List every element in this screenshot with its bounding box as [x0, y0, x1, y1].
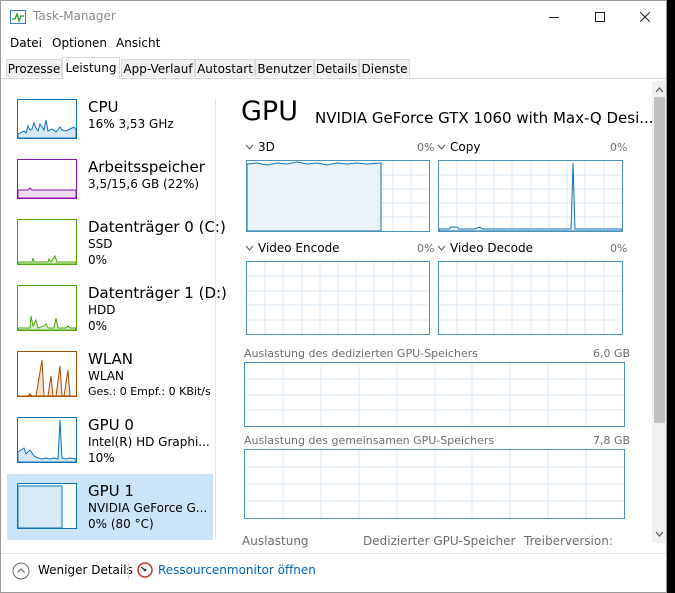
- chevron-down-icon: [245, 144, 254, 150]
- cpu-thumbnail-graph: [17, 99, 77, 139]
- fewer-details-button[interactable]: Weniger Details: [38, 563, 133, 577]
- sidebar-item-gpu-0[interactable]: GPU 0 Intel(R) HD Graphi... 10%: [7, 411, 213, 477]
- sidebar-item-title: Arbeitsspeicher: [88, 158, 205, 176]
- sidebar-item-gpu-1[interactable]: GPU 1 NVIDIA GeForce G... 0% (80 °C): [7, 474, 213, 540]
- engine-3d-graph: [246, 160, 430, 232]
- tab-benutzer[interactable]: Benutzer: [255, 59, 314, 77]
- gpu-model-name: NVIDIA GeForce GTX 1060 with Max-Q Desi.…: [315, 109, 654, 127]
- sidebar-item-detail: WLAN: [88, 369, 125, 383]
- menu-optionen[interactable]: Optionen: [52, 36, 107, 50]
- close-icon: [640, 12, 650, 22]
- tab-leistung[interactable]: Leistung: [62, 57, 120, 79]
- sidebar-item-detail: Intel(R) HD Graphi...: [88, 435, 210, 449]
- maximize-button[interactable]: [577, 1, 623, 33]
- footer-bar: Weniger Details Ressourcenmonitor öffnen: [1, 553, 666, 592]
- tab-prozesse[interactable]: Prozesse: [6, 59, 62, 77]
- sidebar-item-wlan[interactable]: WLAN WLAN Ges.: 0 Empf.: 0 KBit/s: [7, 345, 213, 411]
- detail-heading: GPU: [241, 96, 298, 127]
- engine-3d-label: 3D: [258, 140, 275, 154]
- tab-details[interactable]: Details: [314, 59, 359, 77]
- minimize-button[interactable]: [531, 1, 577, 33]
- wlan-thumbnail-graph: [17, 351, 77, 397]
- engine-video-encode-percent: 0%: [417, 242, 435, 255]
- memory-thumbnail-graph: [17, 159, 77, 199]
- stat-utilization-label: Auslastung: [242, 534, 309, 548]
- sidebar-item-title: Datenträger 0 (C:): [88, 218, 226, 236]
- disk-1-thumbnail-graph: [17, 285, 77, 331]
- disk-0-thumbnail-graph: [17, 219, 77, 265]
- menu-datei[interactable]: Datei: [10, 36, 42, 50]
- engine-video-decode-selector[interactable]: Video Decode: [437, 241, 533, 255]
- scroll-down-icon[interactable]: [652, 527, 667, 541]
- sidebar-item-detail: HDD: [88, 303, 116, 317]
- sidebar-item-value: Ges.: 0 Empf.: 0 KBit/s: [88, 385, 211, 398]
- scroll-up-icon[interactable]: [652, 83, 667, 97]
- engine-video-encode-label: Video Encode: [258, 241, 340, 255]
- sidebar-item-detail: NVIDIA GeForce G...: [88, 501, 208, 515]
- resource-monitor-icon: [137, 562, 153, 578]
- dedicated-memory-label: Auslastung des dedizierten GPU-Speichers: [244, 347, 478, 360]
- dedicated-memory-capacity: 6,0 GB: [593, 347, 631, 360]
- sidebar-item-disk-0[interactable]: Datenträger 0 (C:) SSD 0%: [7, 213, 226, 279]
- engine-3d-selector[interactable]: 3D: [245, 140, 275, 154]
- footer-divider: [128, 563, 129, 579]
- engine-video-encode-graph: [246, 261, 430, 335]
- engine-video-decode-graph: [438, 261, 623, 335]
- engine-copy-percent: 0%: [610, 141, 628, 154]
- tab-autostart[interactable]: Autostart: [195, 59, 255, 77]
- sidebar-item-value: 0%: [88, 319, 108, 333]
- tab-bar: Prozesse Leistung App-Verlauf Autostart …: [1, 57, 666, 79]
- panel-divider: [215, 99, 216, 539]
- gpu-1-thumbnail-graph: [17, 483, 77, 529]
- engine-video-decode-label: Video Decode: [450, 241, 533, 255]
- sidebar-item-detail: SSD: [88, 237, 113, 251]
- stat-driver-version-label: Treiberversion:: [524, 534, 613, 548]
- shared-memory-label: Auslastung des gemeinsamen GPU-Speichers: [244, 434, 495, 447]
- menu-bar: Datei Optionen Ansicht: [1, 33, 666, 53]
- task-manager-window: Task-Manager Datei Optionen Ansicht Proz…: [0, 0, 667, 593]
- sidebar-item-value: 0%: [88, 253, 108, 267]
- sidebar-item-title: Datenträger 1 (D:): [88, 284, 227, 302]
- menu-ansicht[interactable]: Ansicht: [116, 36, 160, 50]
- tab-dienste[interactable]: Dienste: [359, 59, 410, 77]
- sidebar-item-detail: 3,5/15,6 GB (22%): [88, 177, 200, 191]
- sidebar-item-title: CPU: [88, 98, 119, 116]
- shared-memory-capacity: 7,8 GB: [593, 434, 631, 447]
- title-bar[interactable]: Task-Manager: [1, 1, 666, 33]
- sidebar-item-value: 10%: [88, 451, 115, 465]
- sidebar-item-disk-1[interactable]: Datenträger 1 (D:) HDD 0%: [7, 279, 227, 345]
- dedicated-memory-graph: [244, 362, 625, 427]
- engine-copy-selector[interactable]: Copy: [437, 140, 480, 154]
- sidebar-item-title: GPU 1: [88, 482, 134, 500]
- window-title: Task-Manager: [33, 9, 116, 23]
- chevron-down-icon: [437, 144, 446, 150]
- sidebar-item-value: 0% (80 °C): [88, 517, 154, 531]
- collapse-details-icon[interactable]: [12, 562, 30, 580]
- gpu-0-thumbnail-graph: [17, 417, 77, 463]
- minimize-icon: [549, 17, 559, 18]
- gpu-detail-panel: GPU NVIDIA GeForce GTX 1060 with Max-Q D…: [241, 93, 654, 553]
- sidebar-item-detail: 16% 3,53 GHz: [88, 117, 174, 131]
- task-manager-icon: [10, 10, 26, 24]
- engine-3d-percent: 0%: [417, 141, 435, 154]
- sidebar-item-title: GPU 0: [88, 416, 134, 434]
- sidebar-item-memory[interactable]: Arbeitsspeicher 3,5/15,6 GB (22%): [7, 153, 213, 219]
- resource-monitor-link[interactable]: Ressourcenmonitor öffnen: [158, 563, 316, 577]
- chevron-down-icon: [245, 245, 254, 251]
- shared-memory-graph: [244, 449, 625, 519]
- chevron-down-icon: [437, 245, 446, 251]
- sidebar-item-title: WLAN: [88, 350, 134, 368]
- engine-copy-graph: [438, 160, 623, 232]
- engine-video-encode-selector[interactable]: Video Encode: [245, 241, 340, 255]
- vertical-scrollbar[interactable]: [652, 81, 667, 543]
- maximize-icon: [595, 12, 605, 22]
- scroll-thumb[interactable]: [654, 97, 665, 423]
- tab-app-verlauf[interactable]: App-Verlauf: [121, 59, 195, 77]
- engine-copy-label: Copy: [450, 140, 481, 154]
- engine-video-decode-percent: 0%: [610, 242, 628, 255]
- stat-dedicated-memory-label: Dedizierter GPU-Speicher: [363, 534, 516, 548]
- sidebar-item-cpu[interactable]: CPU 16% 3,53 GHz: [7, 93, 213, 159]
- close-button[interactable]: [622, 1, 666, 33]
